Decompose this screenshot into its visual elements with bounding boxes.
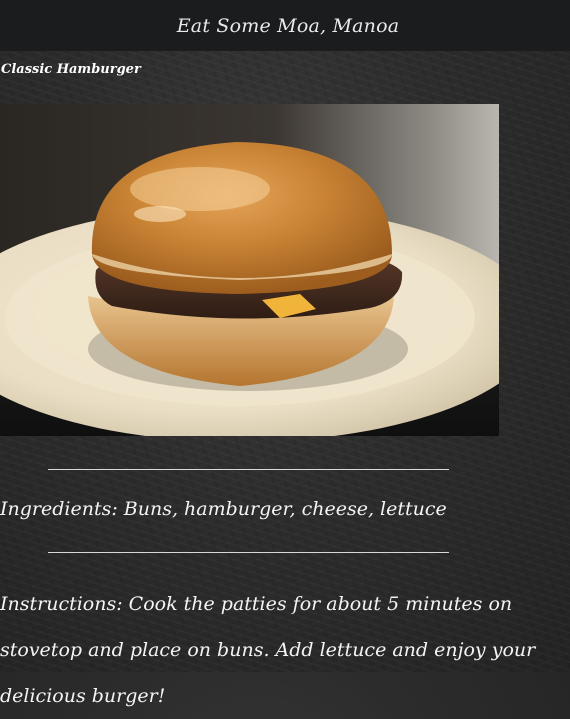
hamburger-illustration	[0, 104, 499, 436]
site-title[interactable]: Eat Some Moa, Manoa	[177, 15, 400, 37]
divider-top	[48, 469, 449, 470]
hamburger-photo	[0, 104, 499, 436]
instructions-text: Instructions: Cook the patties for about…	[0, 593, 536, 707]
recipe-title: Classic Hamburger	[1, 62, 141, 77]
divider-bottom	[48, 552, 449, 553]
ingredients-text: Ingredients: Buns, hamburger, cheese, le…	[0, 498, 447, 520]
site-header: Eat Some Moa, Manoa	[0, 0, 570, 51]
